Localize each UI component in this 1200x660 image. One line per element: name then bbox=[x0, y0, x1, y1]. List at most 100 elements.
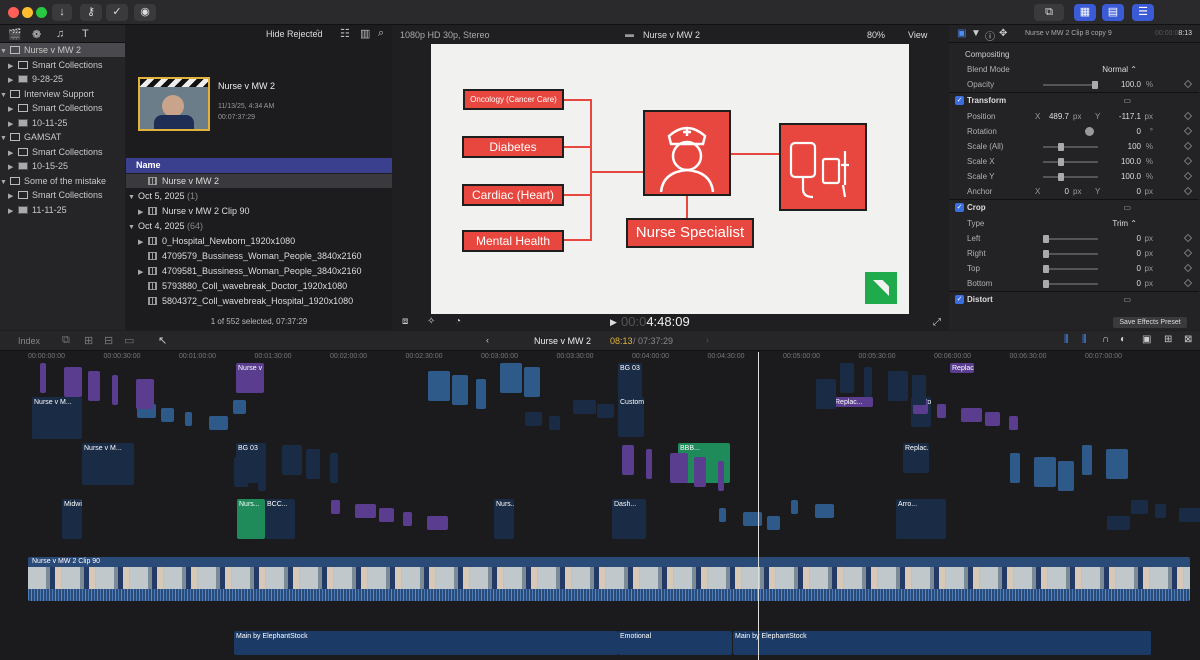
connected-clip[interactable] bbox=[719, 508, 726, 522]
connected-clip[interactable]: Nurse v M... bbox=[32, 397, 82, 439]
connected-clip[interactable] bbox=[549, 416, 560, 430]
connected-clip[interactable] bbox=[888, 371, 908, 401]
connected-clip[interactable] bbox=[864, 367, 872, 397]
slider-knob[interactable] bbox=[1043, 280, 1049, 288]
inspector-opacity[interactable]: Opacity 100.0% bbox=[949, 77, 1199, 92]
photos-icon[interactable]: ❁ bbox=[32, 28, 41, 41]
connected-clip[interactable] bbox=[1010, 453, 1020, 483]
connected-clip[interactable] bbox=[282, 445, 302, 475]
sidebar-smart-collections[interactable]: ▶ Smart Collections bbox=[0, 58, 125, 72]
inspector-bottom[interactable]: Bottom 0 px bbox=[949, 276, 1199, 291]
browser-column-header[interactable]: Name bbox=[126, 158, 392, 173]
zoom-window-button[interactable] bbox=[36, 7, 47, 18]
insert-clip-icon[interactable]: ⊞ bbox=[84, 334, 93, 347]
connected-clip[interactable] bbox=[937, 404, 946, 418]
param-value[interactable]: 0 bbox=[1137, 261, 1141, 276]
timeline-project-name[interactable]: Nurse v MW 2 bbox=[534, 336, 591, 346]
workspace-icon[interactable]: ⧉ bbox=[1034, 4, 1064, 21]
connected-clip[interactable]: BCC... bbox=[265, 499, 295, 539]
inspector-toggle-icon[interactable]: ☰ bbox=[1132, 4, 1154, 21]
connected-clip[interactable] bbox=[597, 404, 614, 418]
connected-clip[interactable] bbox=[791, 500, 798, 514]
slider-knob[interactable] bbox=[1043, 250, 1049, 258]
connected-clip[interactable] bbox=[985, 412, 1000, 426]
inspector-anchor[interactable]: Anchor X 0 px Y 0 px bbox=[949, 184, 1199, 199]
y-value[interactable]: -117.1 bbox=[1119, 109, 1141, 124]
disclosure-triangle-icon[interactable] bbox=[138, 176, 148, 190]
connected-clip[interactable]: Replace_BG_04 bbox=[950, 363, 974, 373]
keyframe-icon[interactable] bbox=[1183, 248, 1193, 258]
connected-clip[interactable] bbox=[646, 449, 652, 479]
disclosure-triangle-icon[interactable] bbox=[138, 251, 148, 265]
close-window-button[interactable] bbox=[8, 7, 19, 18]
connected-clip[interactable] bbox=[743, 512, 762, 526]
connected-clip[interactable] bbox=[816, 379, 836, 409]
sidebar-smart-collections[interactable]: ▶ Smart Collections bbox=[0, 101, 125, 115]
sidebar-smart-collections[interactable]: ▶ Smart Collections bbox=[0, 188, 125, 202]
param-slider[interactable] bbox=[1043, 143, 1098, 151]
connected-clip[interactable]: Nurse v M... bbox=[82, 443, 134, 485]
info-icon[interactable]: ⓘ bbox=[985, 28, 995, 43]
history-back-icon[interactable]: ‹ bbox=[486, 335, 489, 345]
connected-clip[interactable] bbox=[1082, 445, 1092, 475]
param-slider[interactable] bbox=[1043, 173, 1098, 181]
append-clip-icon[interactable]: ⊟ bbox=[104, 334, 113, 347]
key-icon[interactable]: ⚷ bbox=[80, 4, 102, 21]
connected-clip[interactable] bbox=[234, 457, 248, 487]
view-menu[interactable]: View bbox=[908, 30, 927, 40]
timeline-toggle-icon[interactable]: ▤ bbox=[1102, 4, 1124, 21]
connected-clip[interactable] bbox=[815, 504, 834, 518]
slider-knob[interactable] bbox=[1043, 265, 1049, 273]
connected-clip[interactable] bbox=[1131, 500, 1148, 514]
speed-icon[interactable]: ◔ bbox=[455, 316, 461, 327]
param-value[interactable]: 100.0 bbox=[1121, 77, 1141, 92]
rotation-dial[interactable] bbox=[1085, 127, 1094, 136]
index-button[interactable]: Index bbox=[18, 336, 40, 346]
connected-clip[interactable] bbox=[427, 516, 448, 530]
headphones-icon[interactable]: ∩ bbox=[1102, 334, 1109, 345]
music-icon[interactable]: ♫ bbox=[56, 28, 64, 40]
disclosure-triangle-icon[interactable] bbox=[138, 296, 148, 310]
connected-clip[interactable]: Nurse v M... bbox=[236, 363, 264, 393]
inspector-type[interactable]: Type Trim ⌃ bbox=[949, 216, 1199, 231]
connected-clip[interactable] bbox=[88, 371, 100, 401]
crop-tool-icon[interactable]: ⧈ bbox=[402, 316, 408, 327]
overwrite-clip-icon[interactable]: ▭ bbox=[124, 334, 134, 347]
inspector-scale-y[interactable]: Scale Y 100.0% bbox=[949, 169, 1199, 184]
browser-toggle-icon[interactable]: ▦ bbox=[1074, 4, 1096, 21]
y-value[interactable]: 0 bbox=[1137, 184, 1141, 199]
connected-clip[interactable] bbox=[1058, 461, 1074, 491]
video-inspector-icon[interactable]: ▣ bbox=[957, 28, 966, 39]
inspector-rotation[interactable]: Rotation 0 ° bbox=[949, 124, 1199, 139]
onscreen-control-icon[interactable]: ▭ bbox=[1123, 93, 1131, 108]
connected-clip[interactable] bbox=[694, 457, 706, 487]
slider-knob[interactable] bbox=[1092, 81, 1098, 89]
keyframe-icon[interactable] bbox=[1183, 126, 1193, 136]
disclosure-triangle-icon[interactable]: ▶ bbox=[138, 206, 148, 220]
zoom-popup[interactable]: 80% bbox=[867, 30, 885, 40]
clip-appearance-icon[interactable]: ☷ bbox=[340, 27, 350, 40]
connected-clip[interactable]: Nurs... bbox=[237, 499, 265, 539]
connected-clip[interactable] bbox=[331, 500, 340, 514]
onscreen-control-icon[interactable]: ▭ bbox=[1123, 292, 1131, 307]
connected-clip[interactable] bbox=[840, 363, 854, 393]
connected-clip[interactable] bbox=[1107, 516, 1130, 530]
primary-storyline-clip[interactable]: Nurse v MW 2 Clip 90 bbox=[28, 557, 1190, 601]
connected-clip[interactable] bbox=[670, 453, 688, 483]
keyframe-icon[interactable] bbox=[1183, 111, 1193, 121]
audio-clip[interactable]: Main by ElephantStock bbox=[234, 631, 618, 655]
param-value[interactable]: Normal ⌃ bbox=[1102, 62, 1137, 77]
inspector-blend-mode[interactable]: Blend Mode Normal ⌃ bbox=[949, 62, 1199, 77]
keyframe-icon[interactable] bbox=[1183, 263, 1193, 273]
inspector-crop[interactable]: ✓ Crop ▭ bbox=[949, 199, 1199, 214]
clip-appearance-icon-2[interactable]: ▣ bbox=[1142, 334, 1151, 345]
audio-clip[interactable]: Emotional bbox=[618, 631, 732, 655]
browser-clip-row[interactable]: 5793880_Coll_wavebreak_Doctor_1920x1080 bbox=[126, 279, 392, 293]
keyframe-icon[interactable] bbox=[1183, 186, 1193, 196]
connected-clip[interactable] bbox=[500, 363, 522, 393]
connected-clip[interactable] bbox=[428, 371, 450, 401]
browser-date-group[interactable]: ▼ Oct 4, 2025 (64) bbox=[126, 219, 392, 233]
play-icon[interactable]: ▶ bbox=[610, 317, 617, 328]
sidebar-event[interactable]: ▶ 10-11-25 bbox=[0, 116, 125, 130]
slider-knob[interactable] bbox=[1057, 173, 1064, 181]
